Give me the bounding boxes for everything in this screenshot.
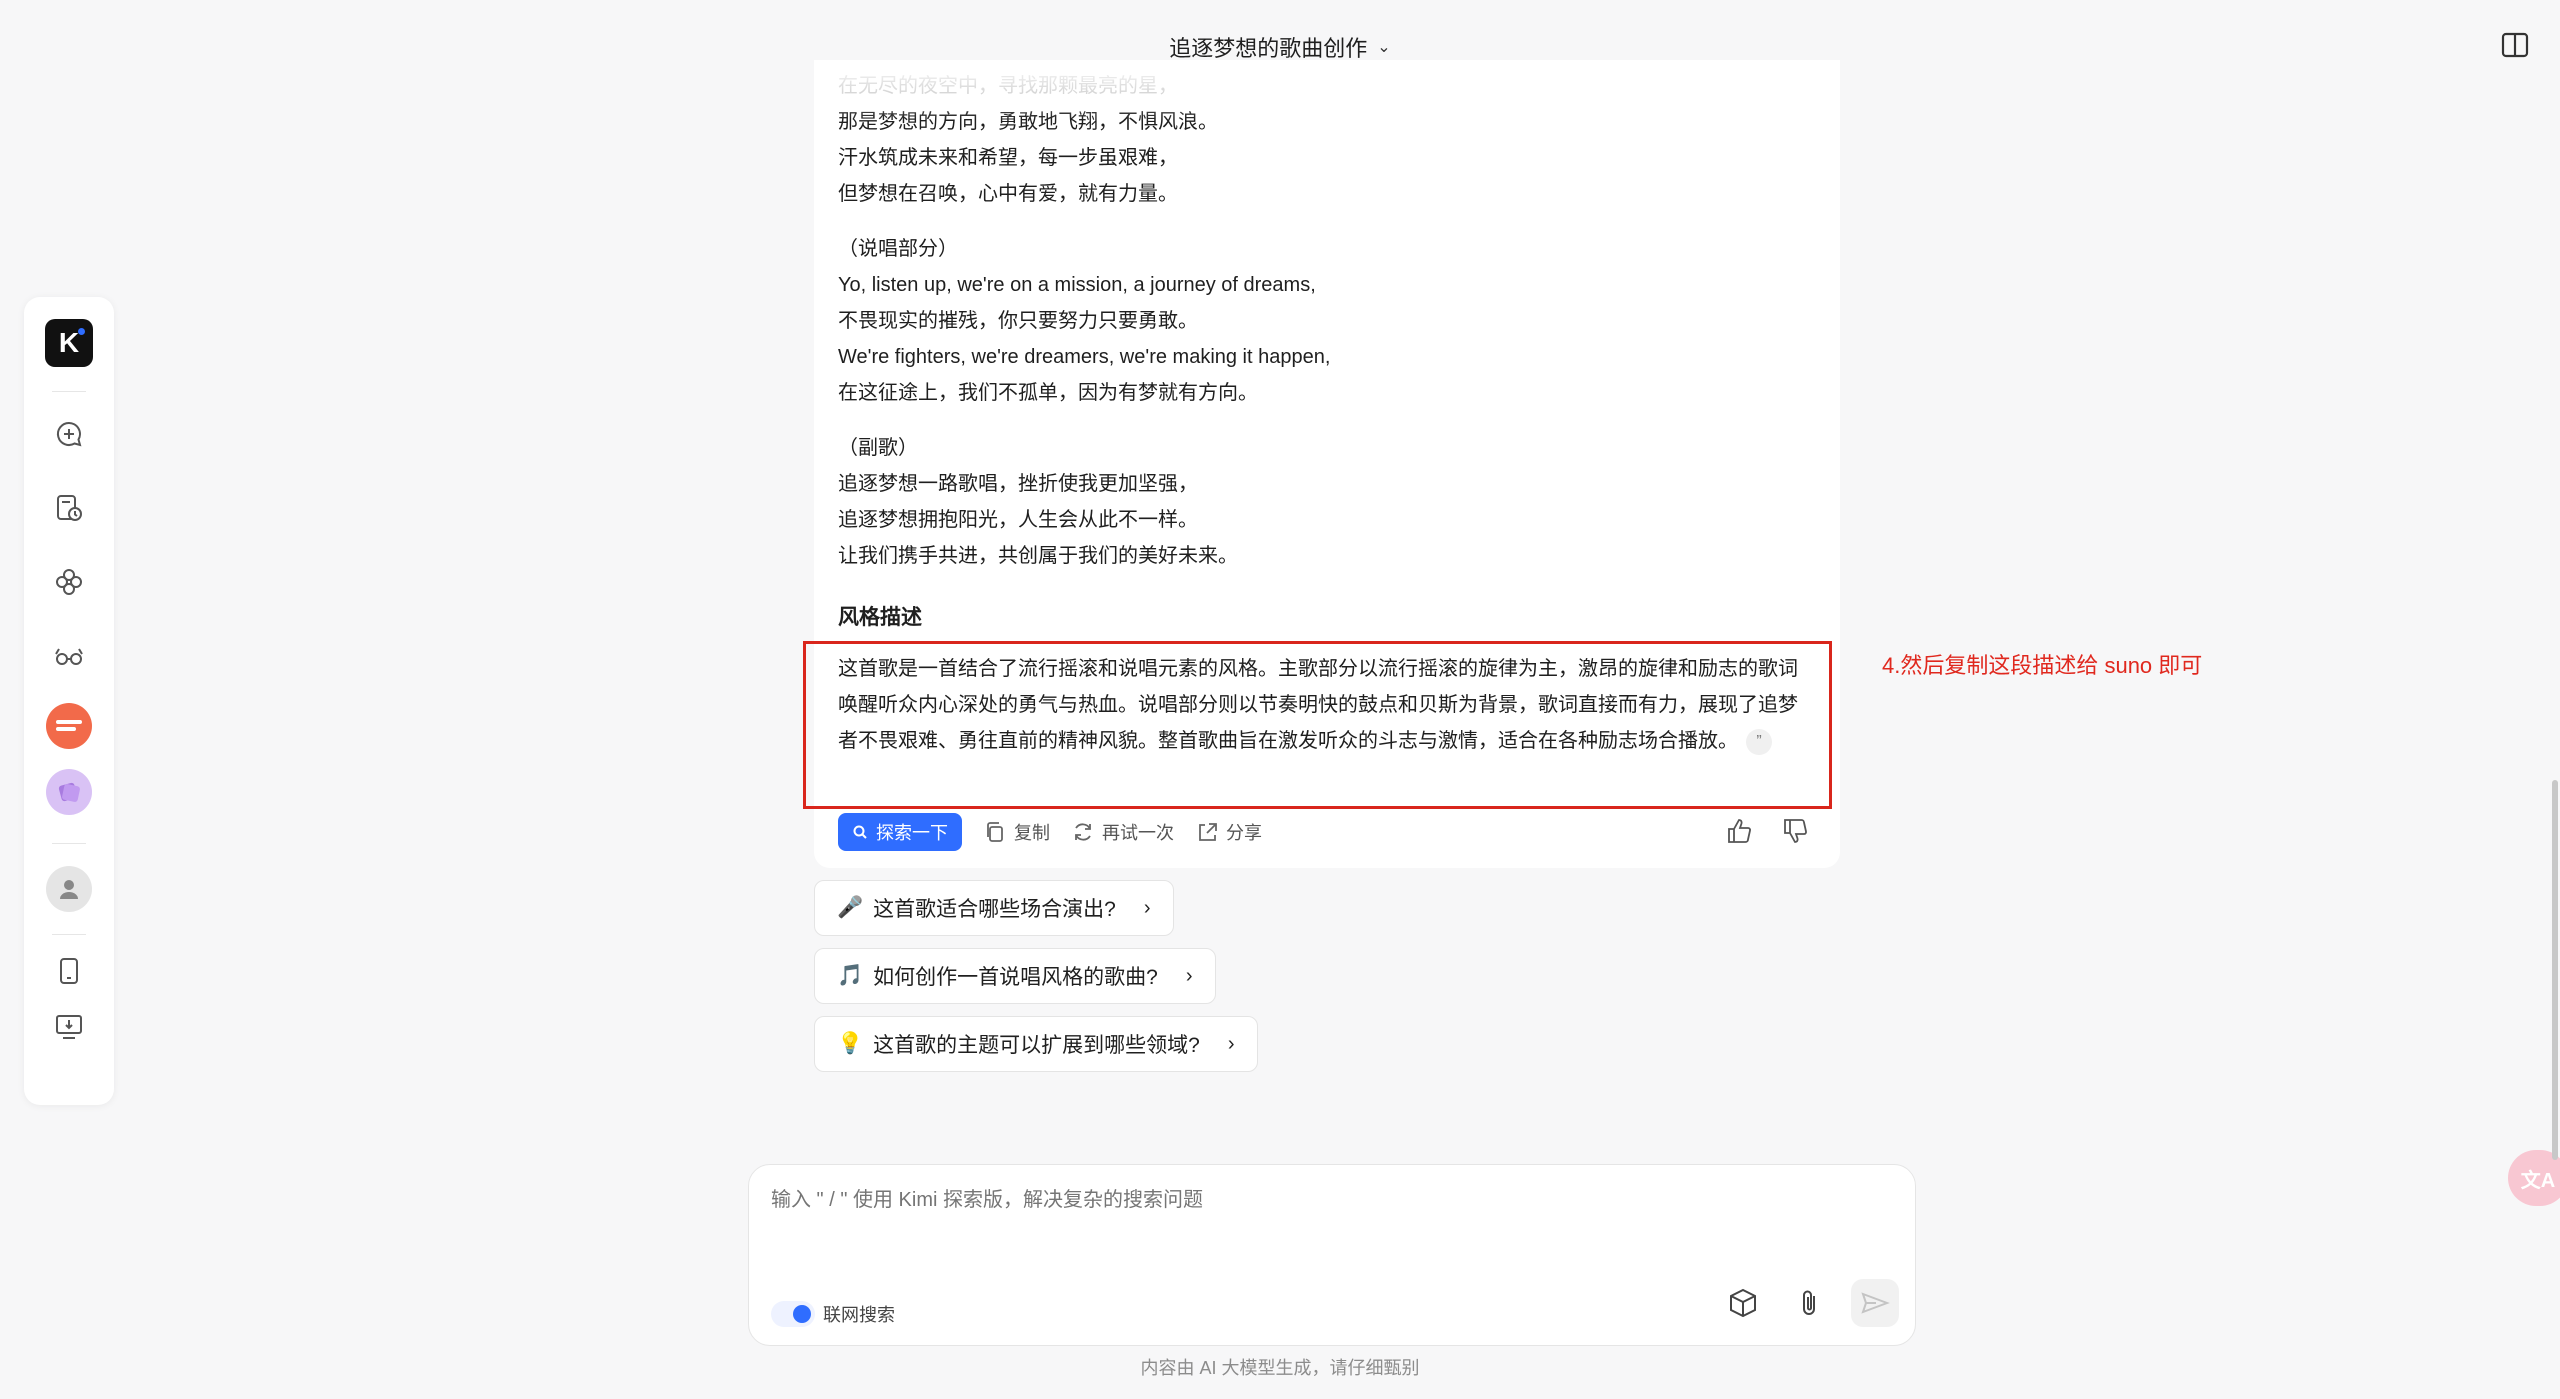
search-icon (853, 825, 867, 839)
message-actions: 探索一下 复制 再试一次 分享 (838, 813, 1262, 851)
lyric-line: Yo, listen up, we're on a mission, a jou… (838, 274, 1316, 296)
chevron-right-icon: › (1227, 1032, 1235, 1055)
sidebar-divider (52, 843, 86, 844)
retry-button[interactable]: 再试一次 (1072, 819, 1174, 845)
cards-app-badge[interactable] (46, 769, 92, 815)
share-label: 分享 (1226, 823, 1262, 843)
history-button[interactable] (49, 488, 89, 528)
tablet-icon (60, 958, 78, 984)
conversation-title-dropdown[interactable]: 追逐梦想的歌曲创作 ⌄ (1169, 31, 1390, 63)
glasses-icon (55, 648, 83, 665)
annotation-highlight-box (803, 641, 1832, 809)
sidebar-divider (52, 391, 86, 392)
lyric-line: 汗水筑成未来和希望，每一步虽艰难， (838, 147, 1178, 169)
explore-button[interactable]: 探索一下 (838, 813, 962, 851)
attach-button[interactable] (1785, 1279, 1833, 1327)
prompt-app-badge[interactable] (46, 703, 92, 749)
microphone-icon: 🎤 (837, 896, 864, 919)
lyric-line: 让我们携手共进，共创属于我们的美好未来。 (838, 545, 1238, 567)
prompt-icon (56, 720, 82, 731)
chat-input-box: 联网搜索 (748, 1164, 1916, 1346)
lyric-line: 但梦想在召唤，心中有爱，就有力量。 (838, 183, 1178, 205)
copy-icon (987, 822, 1003, 842)
lyric-line: 追逐梦想一路歌唱，挫折使我更加坚强， (838, 473, 1198, 495)
split-view-icon[interactable] (2500, 30, 2530, 60)
kimi-logo[interactable]: K (45, 319, 93, 367)
explore-button[interactable] (49, 636, 89, 676)
lyric-line: 不畏现实的摧残，你只要努力只要勇敢。 (838, 310, 1198, 332)
paperclip-icon (1803, 1290, 1815, 1315)
desktop-download-icon (56, 1015, 82, 1039)
suggestion-text: 这首歌适合哪些场合演出? (873, 898, 1116, 921)
suggestion-text: 这首歌的主题可以扩展到哪些领域? (873, 1034, 1200, 1057)
cards-icon (58, 782, 80, 802)
cube-icon (1730, 1288, 1756, 1318)
lightbulb-icon: 💡 (837, 1032, 864, 1055)
chevron-down-icon: ⌄ (1377, 39, 1391, 56)
explore-label: 探索一下 (876, 823, 948, 843)
lyric-line: 那是梦想的方向，勇敢地飞翔，不惧风浪。 (838, 111, 1218, 133)
copy-label: 复制 (1014, 823, 1050, 843)
annotation-note: 4.然后复制这段描述给 suno 即可 (1882, 653, 2203, 678)
send-button[interactable] (1851, 1279, 1899, 1327)
refresh-icon (1075, 823, 1091, 841)
suggestion-text: 如何创作一首说唱风格的歌曲? (873, 966, 1158, 989)
feedback-buttons (1725, 817, 1809, 845)
lyric-line: 在无尽的夜空中，寻找那颗最亮的星， (838, 75, 1178, 97)
sidebar: K (24, 297, 114, 1105)
share-icon (1199, 823, 1217, 841)
thumbs-down-icon[interactable] (1781, 817, 1809, 845)
lyric-line: We're fighters, we're dreamers, we're ma… (838, 346, 1331, 368)
chevron-right-icon: › (1185, 964, 1193, 987)
copy-button[interactable]: 复制 (984, 819, 1050, 845)
ai-disclaimer: 内容由 AI 大模型生成，请仔细甄别 (1140, 1358, 1420, 1378)
suggestion-chip[interactable]: 🎤 这首歌适合哪些场合演出? › (814, 880, 1174, 936)
new-chat-button[interactable] (49, 414, 89, 454)
mobile-app-button[interactable] (49, 951, 89, 991)
apps-flower-icon (56, 569, 82, 595)
user-icon (60, 880, 78, 899)
scrollbar[interactable] (2552, 780, 2558, 1160)
chat-input[interactable] (771, 1189, 1871, 1212)
history-icon (57, 495, 82, 521)
style-description-heading: 风格描述 (838, 606, 922, 629)
translate-icon: 文A (2520, 1169, 2556, 1192)
new-chat-icon (57, 421, 82, 447)
lyric-line: 在这征途上，我们不孤单，因为有梦就有方向。 (838, 382, 1258, 404)
retry-label: 再试一次 (1102, 823, 1174, 843)
model-cube-button[interactable] (1719, 1279, 1767, 1327)
toggle-switch[interactable] (771, 1301, 815, 1327)
send-icon (1861, 1292, 1890, 1314)
music-note-icon: 🎵 (837, 964, 864, 987)
sidebar-divider (52, 934, 86, 935)
share-button[interactable]: 分享 (1196, 819, 1262, 845)
rap-section-label: （说唱部分） (838, 238, 958, 260)
chevron-right-icon: › (1143, 896, 1151, 919)
web-search-toggle[interactable]: 联网搜索 (771, 1301, 895, 1327)
desktop-app-button[interactable] (49, 1007, 89, 1047)
web-search-label: 联网搜索 (823, 1305, 895, 1325)
lyric-line: 追逐梦想拥抱阳光，人生会从此不一样。 (838, 509, 1198, 531)
kimi-plus-button[interactable] (49, 562, 89, 602)
chorus-section-label: （副歌） (838, 437, 918, 459)
suggestion-chip[interactable]: 🎵 如何创作一首说唱风格的歌曲? › (814, 948, 1216, 1004)
user-avatar[interactable] (46, 866, 92, 912)
thumbs-up-icon[interactable] (1725, 817, 1753, 845)
suggestion-chip[interactable]: 💡 这首歌的主题可以扩展到哪些领域? › (814, 1016, 1258, 1072)
input-tools (1719, 1279, 1899, 1327)
conversation-title: 追逐梦想的歌曲创作 (1169, 36, 1368, 61)
